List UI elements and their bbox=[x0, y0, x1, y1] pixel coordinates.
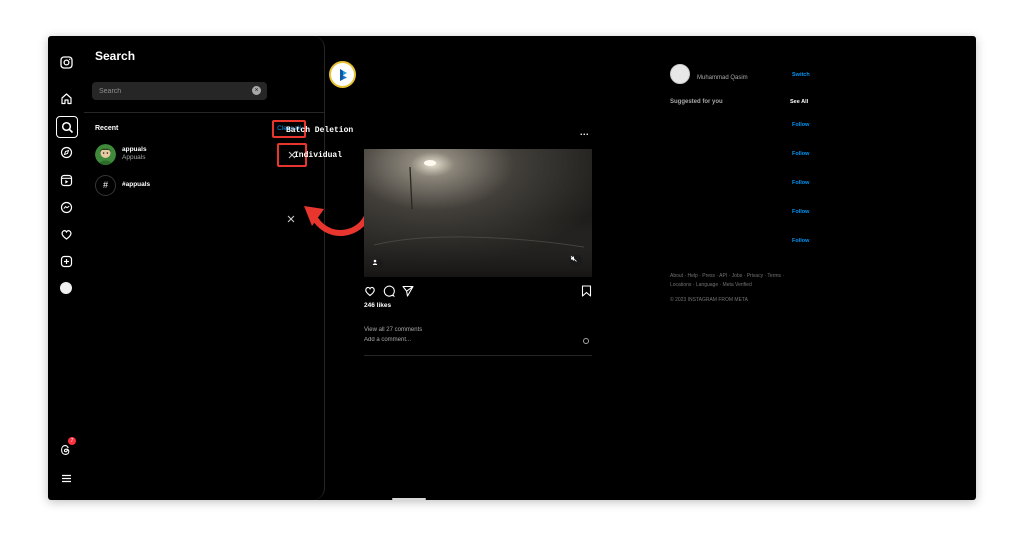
current-username[interactable]: Muhammad Qasim bbox=[697, 75, 748, 81]
avatar bbox=[95, 144, 116, 165]
explore-icon[interactable] bbox=[56, 142, 76, 162]
follow-button[interactable]: Follow bbox=[792, 122, 809, 128]
reels-icon[interactable] bbox=[56, 170, 76, 190]
post-actions bbox=[364, 284, 592, 298]
search-box[interactable]: × bbox=[92, 82, 267, 100]
switch-button[interactable]: Switch bbox=[792, 72, 810, 78]
suggested-title: Suggested for you bbox=[670, 99, 723, 105]
instagram-window: 7 Search × Recent Clear all appuals Appu… bbox=[48, 36, 976, 500]
menu-icon[interactable] bbox=[56, 468, 76, 488]
tag-user-icon[interactable] bbox=[372, 259, 383, 270]
feed-post: ... 246 likes View all 27 comments Add a… bbox=[364, 127, 592, 356]
recent-item-name: appuals bbox=[122, 146, 147, 153]
search-title: Search bbox=[95, 49, 136, 63]
messenger-icon[interactable] bbox=[56, 197, 76, 217]
recent-item-hashtag[interactable]: # #appuals bbox=[95, 175, 310, 197]
recent-item-name: #appuals bbox=[122, 181, 151, 188]
recent-item-subtitle: Appuals bbox=[122, 154, 146, 161]
mute-icon[interactable] bbox=[570, 255, 582, 267]
create-icon[interactable] bbox=[56, 251, 76, 271]
footer-links[interactable]: About · Help · Press · API · Jobs · Priv… bbox=[670, 272, 810, 281]
instagram-logo-icon[interactable] bbox=[56, 52, 76, 72]
save-icon[interactable] bbox=[581, 285, 592, 297]
divider bbox=[84, 112, 324, 113]
emoji-icon[interactable] bbox=[583, 338, 589, 344]
profile-avatar-icon[interactable] bbox=[56, 278, 76, 298]
follow-button[interactable]: Follow bbox=[792, 209, 809, 215]
post-image[interactable] bbox=[364, 149, 592, 277]
search-icon[interactable] bbox=[56, 116, 78, 138]
hashtag-icon: # bbox=[95, 175, 116, 196]
like-icon[interactable] bbox=[364, 285, 376, 297]
comment-icon[interactable] bbox=[383, 285, 395, 297]
threads-icon[interactable]: 7 bbox=[56, 437, 76, 460]
clear-search-icon[interactable]: × bbox=[252, 86, 261, 95]
share-icon[interactable] bbox=[402, 285, 414, 297]
scroll-indicator bbox=[392, 498, 426, 500]
view-comments-link[interactable]: View all 27 comments bbox=[364, 327, 422, 333]
follow-button[interactable]: Follow bbox=[792, 151, 809, 157]
follow-button[interactable]: Follow bbox=[792, 180, 809, 186]
follow-button[interactable]: Follow bbox=[792, 238, 809, 244]
brand-logo-icon bbox=[339, 68, 347, 81]
footer-links-2[interactable]: Locations · Language · Meta Verified bbox=[670, 281, 810, 290]
home-icon[interactable] bbox=[56, 88, 76, 108]
recent-label: Recent bbox=[95, 125, 119, 132]
search-panel: Search × Recent Clear all appuals Appual… bbox=[84, 36, 371, 500]
threads-badge: 7 bbox=[68, 437, 76, 445]
divider bbox=[364, 355, 592, 356]
individual-label: Individual bbox=[294, 151, 343, 160]
more-options-button[interactable]: ... bbox=[580, 127, 589, 137]
story-avatar[interactable] bbox=[329, 61, 356, 88]
batch-deletion-label: Batch Deletion bbox=[286, 126, 354, 135]
copyright: © 2023 INSTAGRAM FROM META bbox=[670, 297, 748, 303]
heart-icon[interactable] bbox=[56, 224, 76, 244]
likes-count[interactable]: 246 likes bbox=[364, 302, 391, 309]
see-all-link[interactable]: See All bbox=[790, 99, 808, 105]
nav-rail: 7 bbox=[48, 36, 84, 500]
current-user-avatar[interactable] bbox=[670, 64, 690, 84]
comment-input[interactable] bbox=[364, 337, 564, 343]
search-input[interactable] bbox=[99, 82, 249, 100]
